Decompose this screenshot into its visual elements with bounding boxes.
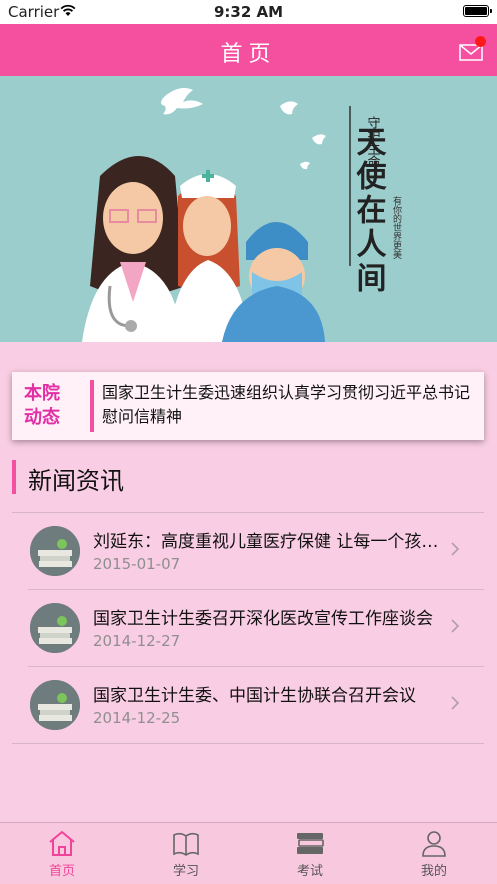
page-title: 首页 <box>220 42 277 67</box>
notice-tag: 本院 动态 <box>24 382 74 430</box>
banner-title-large: 天使在人间 <box>351 126 388 296</box>
news-item[interactable]: 刘延东：高度重视儿童医疗保健 让每一个孩子健康成长 2015-01-07 <box>28 513 484 589</box>
news-thumbnail <box>30 526 80 576</box>
banner-image[interactable]: 守护生命 天使在人间 有你的世界更美 <box>0 76 497 342</box>
chevron-right-icon <box>451 542 460 556</box>
news-title: 国家卫生计生委、中国计生协联合召开会议 <box>93 686 416 706</box>
divider <box>12 743 484 744</box>
book-icon <box>173 832 199 856</box>
home-icon <box>49 830 75 856</box>
notice-text[interactable]: 国家卫生计生委迅速组织认真学习贯彻习近平总书记慰问信精神 <box>102 381 472 429</box>
tab-home[interactable]: 首页 <box>0 823 124 884</box>
tab-exam[interactable]: 考试 <box>248 823 372 884</box>
news-title: 国家卫生计生委召开深化医改宣传工作座谈会 <box>93 609 433 629</box>
tab-label: 考试 <box>296 864 323 879</box>
notice-tag-line2: 动态 <box>24 407 60 428</box>
nav-bar: 首页 <box>0 24 497 76</box>
news-item[interactable]: 国家卫生计生委、中国计生协联合召开会议 2014-12-25 <box>28 667 484 743</box>
user-icon <box>422 831 446 857</box>
clock: 9:32 AM <box>213 3 284 21</box>
nurses-illustration: 守护生命 天使在人间 有你的世界更美 <box>82 88 402 342</box>
section-accent-bar <box>12 460 16 494</box>
tab-mine[interactable]: 我的 <box>372 823 496 884</box>
hospital-news-card[interactable]: 本院 动态 国家卫生计生委迅速组织认真学习贯彻习近平总书记慰问信精神 <box>12 372 484 440</box>
notice-tag-line1: 本院 <box>24 383 60 404</box>
news-thumbnail <box>30 603 80 653</box>
chevron-right-icon <box>451 619 460 633</box>
notification-dot <box>475 36 486 47</box>
status-bar: Carrier 9:32 AM <box>0 0 497 24</box>
news-thumbnail <box>30 680 80 730</box>
news-date: 2014-12-25 <box>93 709 181 727</box>
battery-icon <box>463 5 492 17</box>
tab-study[interactable]: 学习 <box>124 823 248 884</box>
news-title: 刘延东：高度重视儿童医疗保健 让每一个孩子健康成长 <box>93 532 449 552</box>
tab-label: 学习 <box>172 864 199 879</box>
news-date: 2015-01-07 <box>93 555 181 573</box>
books-stack-icon <box>297 833 324 854</box>
news-item[interactable]: 国家卫生计生委召开深化医改宣传工作座谈会 2014-12-27 <box>28 590 484 666</box>
news-section-title: 新闻资讯 <box>28 467 124 495</box>
tab-label: 我的 <box>420 864 447 879</box>
tab-label: 首页 <box>48 864 75 879</box>
notice-divider-bar <box>90 380 94 432</box>
news-date: 2014-12-27 <box>93 632 181 650</box>
chevron-right-icon <box>451 696 460 710</box>
banner-subtitle: 有你的世界更美 <box>391 195 402 260</box>
tab-bar: 首页 学习 考试 我的 <box>0 822 497 884</box>
